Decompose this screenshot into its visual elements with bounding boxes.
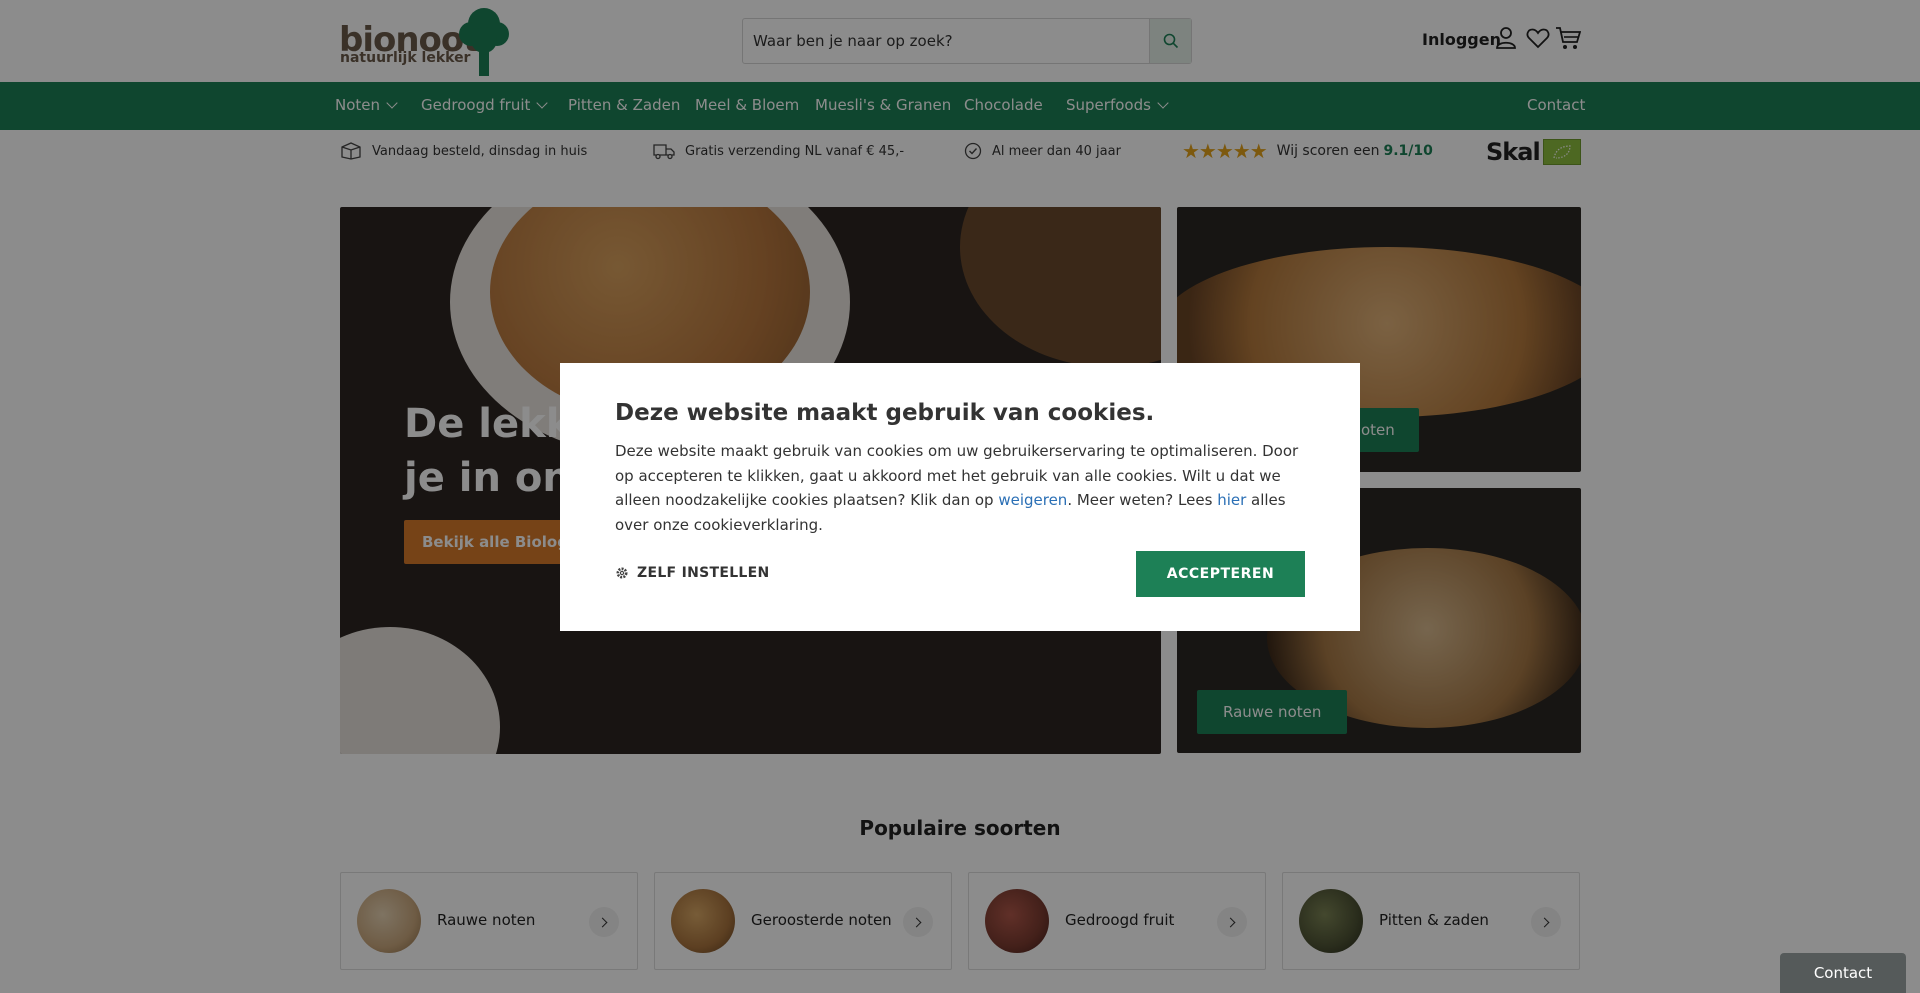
contact-tab-button[interactable]: Contact — [1780, 953, 1906, 993]
gear-icon — [616, 567, 628, 579]
cookie-settings-button[interactable]: ZELF INSTELLEN — [615, 565, 770, 581]
accept-cookies-button[interactable]: ACCEPTEREN — [1136, 551, 1305, 597]
refuse-link[interactable]: weigeren — [998, 491, 1067, 509]
cookie-policy-link[interactable]: hier — [1217, 491, 1246, 509]
cookie-title: Deze website maakt gebruik van cookies. — [615, 400, 1155, 426]
cookie-text-part: . Meer weten? Lees — [1067, 491, 1218, 509]
cookie-dialog: Deze website maakt gebruik van cookies. … — [560, 363, 1360, 631]
cookie-text: Deze website maakt gebruik van cookies o… — [615, 439, 1315, 537]
cookie-settings-label: ZELF INSTELLEN — [637, 565, 770, 581]
